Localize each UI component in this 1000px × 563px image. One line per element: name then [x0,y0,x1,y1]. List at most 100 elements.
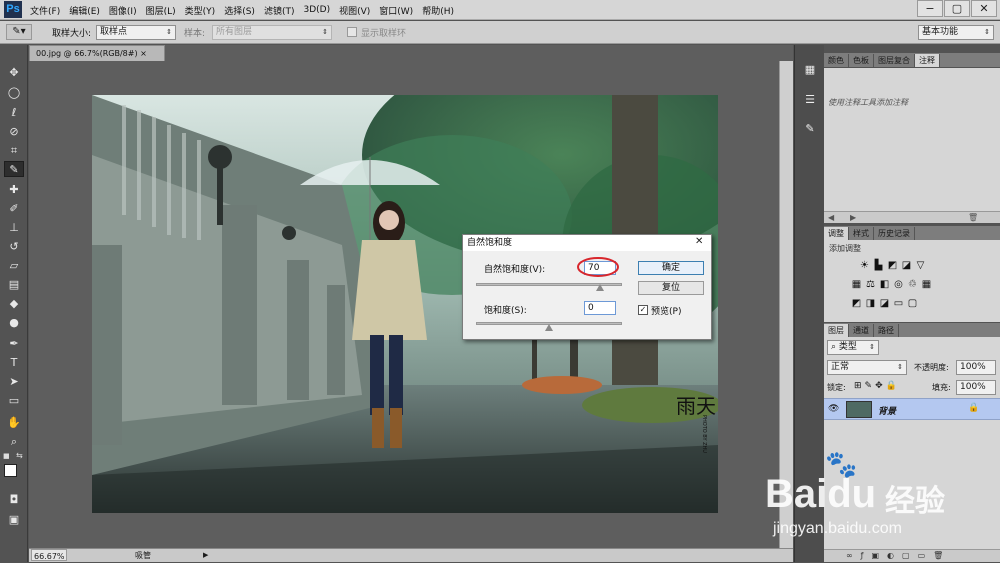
status-bar: 66.67% 吸管 ▶ [29,548,793,562]
crop-icon[interactable]: ⌗ [4,143,24,159]
fill-input[interactable]: 100% [956,380,996,395]
curves-icon[interactable]: ◩ [887,260,898,271]
vibrance-icon[interactable]: ▽ [915,260,926,271]
channel-mixer-icon[interactable]: ♲ [907,279,918,290]
posterize-icon[interactable]: ◨ [865,298,876,309]
exposure-icon[interactable]: ◪ [901,260,912,271]
brightness-icon[interactable]: ☀ [859,260,870,271]
tab-history[interactable]: 历史记录 [874,227,915,240]
blur-icon[interactable]: ◆ [4,296,24,312]
dodge-icon[interactable]: ● [4,315,24,331]
brush-presets-icon[interactable]: ✎ [799,120,821,138]
bw-icon[interactable]: ◧ [879,279,890,290]
blend-mode-select[interactable]: 正常 ⇕ [827,360,907,375]
document-tab[interactable]: 00.jpg @ 66.7%(RGB/8#) × [29,45,165,61]
healing-brush-icon[interactable]: ✚ [4,182,24,198]
swap-colors-icon[interactable]: ⇆ [16,451,23,460]
ok-button[interactable]: 确定 [638,261,704,275]
opacity-input[interactable]: 100% [956,360,996,375]
eraser-icon[interactable]: ▱ [4,258,24,274]
saturation-slider-thumb[interactable] [545,324,553,331]
tab-color[interactable]: 颜色 [824,54,849,67]
menu-item-6[interactable]: 滤镜(T) [264,4,295,17]
zoom-level[interactable]: 66.67% [31,549,67,561]
vibrance-slider-thumb[interactable] [596,284,605,291]
tab-swatches[interactable]: 色板 [849,54,874,67]
dialog-close-icon[interactable]: ✕ [695,236,703,247]
levels-icon[interactable]: ▙ [873,260,884,271]
baidu-paw-icon: 🐾 [825,450,858,480]
tab-layer-comps[interactable]: 图层复合 [874,54,915,67]
move-tool-icon[interactable]: ✥ [4,65,24,81]
zoom-icon[interactable]: ⌕ [4,434,24,450]
menu-item-4[interactable]: 类型(Y) [185,4,216,17]
path-select-icon[interactable]: ➤ [4,374,24,390]
preview-checkbox[interactable]: ✓ [638,305,648,315]
tab-channels[interactable]: 通道 [849,324,874,337]
type-icon[interactable]: T [4,355,24,371]
menu-bar: Ps 文件(F) 编辑(E) 图像(I) 图层(L) 类型(Y) 选择(S) 滤镜(T) 3D… [0,0,1000,20]
sample-size-select[interactable]: 取样点 ⇕ [96,25,176,40]
history-brush-icon[interactable]: ↺ [4,239,24,255]
minimize-button[interactable]: − [917,0,943,17]
brush-icon[interactable]: ✐ [4,201,24,217]
elliptical-marquee-icon[interactable]: ◯ [4,85,24,101]
rectangle-icon[interactable]: ▭ [4,393,24,409]
lock-icons[interactable]: ⊞✎✥🔒 [854,381,900,391]
reset-button[interactable]: 复位 [638,281,704,295]
color-lookup-icon[interactable]: ▦ [921,279,932,290]
invert-icon[interactable]: ◩ [851,298,862,309]
delete-note-icon[interactable]: 🗑 [968,213,978,222]
sample-select[interactable]: 所有图层 ⇕ [212,25,332,40]
properties-icon[interactable]: ☰ [799,91,821,109]
gradient-icon[interactable]: ▤ [4,277,24,293]
prev-note-icon[interactable]: ◀ [828,213,834,222]
menu-item-9[interactable]: 窗口(W) [379,4,413,17]
tab-adjustments[interactable]: 调整 [824,227,849,240]
close-icon[interactable]: × [140,49,147,58]
default-colors-icon[interactable]: ■ [3,452,11,460]
close-button[interactable]: ✕ [971,0,997,17]
menu-item-8[interactable]: 视图(V) [339,4,370,17]
tab-layers[interactable]: 图层 [824,324,849,337]
show-ring-checkbox[interactable] [347,27,357,37]
hue-sat-icon[interactable]: ▦ [851,279,862,290]
pen-icon[interactable]: ✒ [4,336,24,352]
adjustments-panel: 添加调整 ☀ ▙ ◩ ◪ ▽ ▦ ⚖ ◧ ◎ ♲ ▦ ◩ ◨ ◪ ▭ ▢ [824,240,1000,322]
photo-filter-icon[interactable]: ◎ [893,279,904,290]
saturation-label: 饱和度(S): [484,306,527,316]
options-bar: ✎▾ 取样大小: 取样点 ⇕ 样本: 所有图层 ⇕ 显示取样环 基本功能 ⇕ [0,21,1000,44]
layer-row-background[interactable]: 👁 背景 🔒 [824,398,1000,420]
color-balance-icon[interactable]: ⚖ [865,279,876,290]
quick-mask-icon[interactable]: ◘ [4,492,24,508]
eyedropper-icon[interactable]: ✎ [4,161,24,177]
menu-item-3[interactable]: 图层(L) [146,4,176,17]
gradient-map-icon[interactable]: ▭ [893,298,904,309]
hand-icon[interactable]: ✋ [4,415,24,431]
menu-item-10[interactable]: 帮助(H) [422,4,454,17]
maximize-button[interactable]: ▢ [944,0,970,17]
layer-filter-select[interactable]: ⌕ 类型 ⇕ [827,340,879,355]
selective-color-icon[interactable]: ▢ [907,298,918,309]
menu-item-0[interactable]: 文件(F) [30,4,60,17]
workspace-select[interactable]: 基本功能 ⇕ [918,25,994,40]
lasso-icon[interactable]: ℓ [4,105,24,121]
eye-icon[interactable]: 👁 [828,404,839,414]
next-note-icon[interactable]: ▶ [850,213,856,222]
eyedropper-preset-icon[interactable]: ✎▾ [6,24,32,40]
quick-select-icon[interactable]: ⊘ [4,124,24,140]
screen-mode-icon[interactable]: ▣ [4,512,24,528]
tab-styles[interactable]: 样式 [849,227,874,240]
menu-item-5[interactable]: 选择(S) [224,4,255,17]
saturation-input[interactable]: 0 [584,301,616,315]
status-arrow-icon[interactable]: ▶ [203,549,208,562]
menu-item-2[interactable]: 图像(I) [109,4,137,17]
foreground-color-swatch[interactable] [4,464,17,477]
menu-item-7[interactable]: 3D(D) [303,5,330,15]
menu-item-1[interactable]: 编辑(E) [69,4,100,17]
tab-paths[interactable]: 路径 [874,324,899,337]
tab-notes[interactable]: 注释 [915,54,940,67]
histogram-icon[interactable]: ▦ [799,61,821,79]
clone-stamp-icon[interactable]: ⊥ [4,220,24,236]
threshold-icon[interactable]: ◪ [879,298,890,309]
